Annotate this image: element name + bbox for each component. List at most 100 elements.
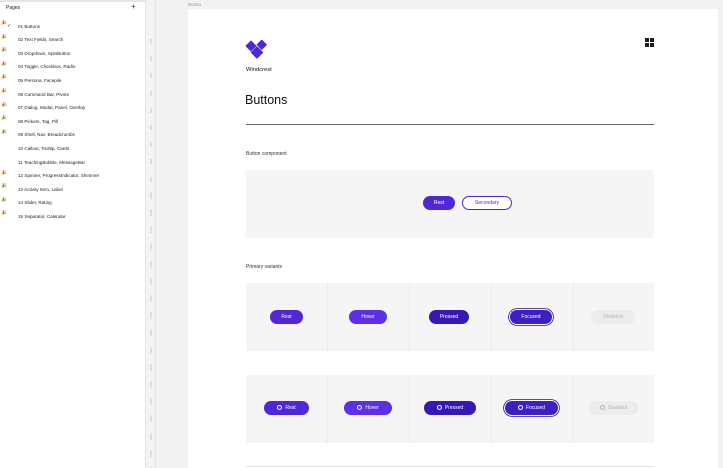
ruler-tick: 100 — [146, 38, 156, 44]
ruler-tick-label: 100 — [149, 38, 153, 44]
ruler-tick-label: 300 — [149, 73, 153, 79]
sidebar-page-label: 11 TeachingBubble, MessageBar — [18, 159, 85, 165]
sidebar-page-item[interactable]: 15 Separator, Calendar 🎉 — [0, 210, 146, 223]
variant-focused-button[interactable]: Focused — [510, 310, 552, 324]
circle-icon — [436, 404, 442, 410]
pages-title: Pages — [6, 5, 21, 11]
ruler-tick-label: 1600 — [149, 295, 153, 302]
sidebar-page-label: 14 Slider, Rating — [18, 200, 52, 206]
sidebar-page-item[interactable]: 11 TeachingBubble, MessageBar — [0, 156, 146, 169]
sidebar-page-item[interactable]: 12 Spinner, ProgressIndicator, Shimmer 🎉 — [0, 170, 146, 183]
sidebar-page-label: 04 Toggle, Checkbox, Radio — [18, 64, 76, 70]
frame-label[interactable]: Button — [188, 2, 201, 7]
sidebar-page-label: 06 Command Bar, Pivots — [18, 91, 69, 97]
windows-icon — [645, 38, 654, 47]
sidebar-page-item[interactable]: 10 Callout, Tooltip, Cards — [0, 142, 146, 155]
icon-pressed-label: Pressed — [444, 405, 464, 411]
ruler-tick-label: 2100 — [149, 381, 153, 388]
vertical-ruler: 100 200 300 400 500 600 700 800 900 1000 1100 1200 1… — [146, 0, 156, 468]
ruler-tick-label: 600 — [149, 124, 153, 130]
bottom-divider — [246, 466, 654, 467]
ruler-tick: 2300 — [146, 416, 156, 423]
icon-focused-button[interactable]: Focused — [505, 401, 558, 415]
sidebar-page-item[interactable]: 04 Toggle, Checkbox, Radio 🎉 — [0, 61, 146, 74]
ruler-tick-label: 1500 — [149, 278, 153, 285]
party-popper-icon: 🎉 — [1, 115, 7, 121]
icon-hover-label: Hover — [365, 405, 379, 411]
circle-icon — [277, 404, 283, 410]
ruler-tick-label: 1200 — [149, 226, 153, 234]
pages-header: Pages + — [0, 2, 146, 16]
ruler-tick-label: 1000 — [149, 192, 153, 199]
sidebar-page-item[interactable]: 02 Text Fields, Search 🎉 — [0, 34, 146, 47]
sidebar-page-item[interactable]: 06 Command Bar, Pivots 🎉 — [0, 88, 146, 101]
ruler-tick: 1400 — [146, 261, 156, 268]
ruler-tick: 600 — [146, 124, 156, 130]
sidebar-page-item[interactable]: 09 Shell, Nav, Breadcrumbs 🎉 — [0, 129, 146, 142]
plus-icon[interactable]: + — [131, 2, 136, 12]
ruler-tick: 500 — [146, 107, 156, 113]
party-popper-icon: 🎉 — [1, 88, 7, 93]
section-label-primary-variants: Primary variants — [246, 264, 283, 270]
ruler-tick-label: 1700 — [149, 312, 153, 320]
icon-disabled-label: Disabled — [607, 405, 628, 411]
rest-button[interactable]: Rest — [423, 196, 455, 210]
ruler-tick: 2500 — [146, 450, 156, 457]
party-popper-icon: 🎉 — [1, 169, 7, 175]
sidebar-page-item[interactable]: 03 Dropdown, SpinButton 🎉 — [0, 47, 146, 60]
party-popper-icon: 🎉 — [1, 210, 7, 216]
ruler-tick: 2000 — [146, 364, 156, 371]
page-title: Buttons — [245, 93, 288, 107]
ruler-tick: 1600 — [146, 295, 156, 302]
ruler-tick-label: 400 — [149, 90, 153, 96]
sidebar-page-item[interactable]: ✓ 01 Buttons 🎉 — [0, 20, 146, 33]
ruler-tick: 800 — [146, 159, 156, 164]
variant-disabled-button: Disabled — [591, 310, 635, 324]
sidebar-page-item[interactable]: 08 Pickers, Tag, Pill 🎉 — [0, 115, 146, 128]
ruler-tick: 1100 — [146, 209, 156, 216]
icon-focused-label: Focused — [525, 405, 546, 411]
sidebar-page-item[interactable]: 14 Slider, Rating 🎉 — [0, 197, 146, 210]
secondary-button[interactable]: Secondary — [462, 196, 512, 210]
ruler-tick-label: 1100 — [149, 209, 153, 216]
sidebar-page-item[interactable]: 07 Dialog, Modal, Panel, Overlay 🎉 — [0, 102, 146, 115]
icon-disabled-button: Disabled — [588, 401, 639, 415]
sidebar-page-label: 07 Dialog, Modal, Panel, Overlay — [18, 105, 86, 111]
circle-icon — [599, 404, 605, 410]
sidebar-page-label: 13 Activity Item, Label — [18, 186, 63, 192]
sidebar-page-item[interactable]: 13 Activity Item, Label 🎉 — [0, 183, 146, 196]
ruler-tick: 2200 — [146, 399, 156, 406]
ruler-tick-label: 2300 — [149, 415, 153, 423]
sidebar-page-label: 09 Shell, Nav, Breadcrumbs — [18, 132, 75, 138]
icon-rest-button[interactable]: Rest — [264, 401, 309, 415]
variant-hover-button[interactable]: Hover — [349, 310, 387, 324]
ruler-tick: 1800 — [146, 330, 156, 337]
sidebar-page-label: 03 Dropdown, SpinButton — [18, 50, 71, 56]
ruler-tick-label: 900 — [149, 176, 153, 182]
ruler-tick: 1000 — [146, 192, 156, 199]
circle-icon — [517, 404, 523, 410]
variant-pressed-button[interactable]: Pressed — [429, 310, 469, 324]
party-popper-icon: 🎉 — [1, 196, 7, 202]
ruler-tick: 900 — [146, 176, 156, 182]
circle-icon — [357, 404, 363, 410]
sidebar-page-label: 08 Pickers, Tag, Pill — [18, 118, 58, 124]
ruler-tick-label: 700 — [149, 142, 153, 148]
sidebar-page-label: 05 Persona, Facepile — [18, 77, 62, 83]
ruler-tick-label: 2400 — [149, 432, 153, 440]
icon-hover-button[interactable]: Hover — [344, 401, 392, 415]
icon-pressed-button[interactable]: Pressed — [424, 401, 476, 415]
ruler-tick-label: 500 — [149, 107, 153, 113]
variant-rest-button[interactable]: Rest — [270, 310, 303, 324]
ruler-tick: 2100 — [146, 381, 156, 388]
sidebar-page-item[interactable]: 05 Persona, Facepile 🎉 — [0, 74, 146, 87]
ruler-tick-label: 1900 — [149, 346, 153, 354]
ruler-tick: 1900 — [146, 346, 156, 354]
ruler-tick: 1700 — [146, 313, 156, 320]
party-popper-icon: 🎉 — [1, 20, 7, 25]
ruler-tick: 700 — [146, 142, 156, 148]
party-popper-icon: 🎉 — [1, 60, 7, 66]
ruler-tick: 200 — [146, 56, 156, 61]
ruler-tick: 1300 — [146, 244, 156, 251]
sidebar-page-label: 01 Buttons — [18, 23, 40, 29]
